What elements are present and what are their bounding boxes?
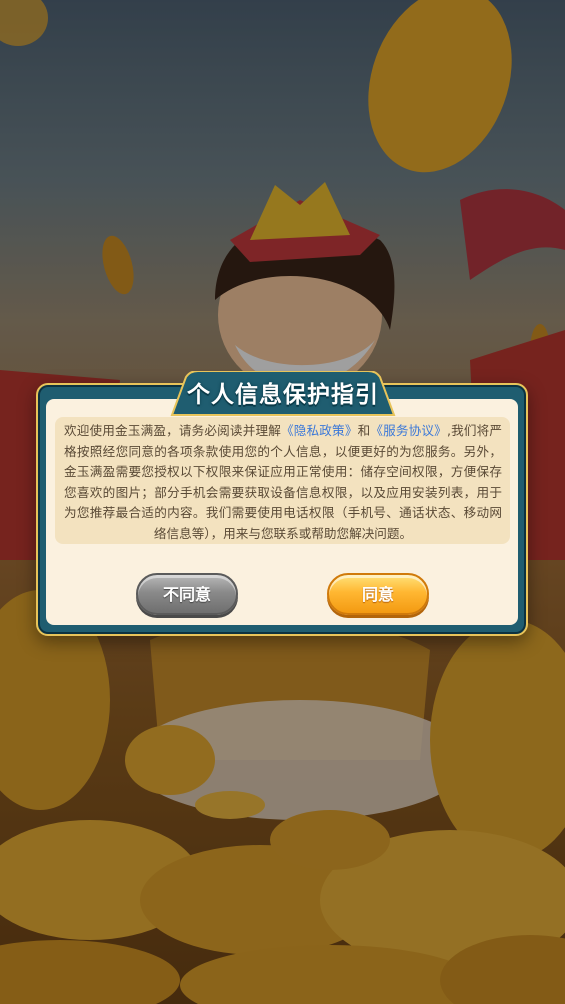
disagree-button[interactable]: 不同意 <box>136 573 238 615</box>
agree-button[interactable]: 同意 <box>327 573 429 615</box>
privacy-message: 欢迎使用金玉满盈，请务必阅读并理解《隐私政策》和《服务协议》,我们将严格按照经您… <box>64 421 502 545</box>
privacy-policy-link[interactable]: 《隐私政策》 <box>281 423 358 438</box>
message-intro: 欢迎使用金玉满盈，请务必阅读并理解 <box>64 423 281 438</box>
service-agreement-link[interactable]: 《服务协议》 <box>370 423 447 438</box>
message-body: ,我们将严格按照经您同意的各项条款使用您的个人信息，以便更好的为您服务。另外，金… <box>64 423 503 541</box>
dialog-title: 个人信息保护指引 <box>187 382 379 408</box>
message-and: 和 <box>357 423 371 438</box>
